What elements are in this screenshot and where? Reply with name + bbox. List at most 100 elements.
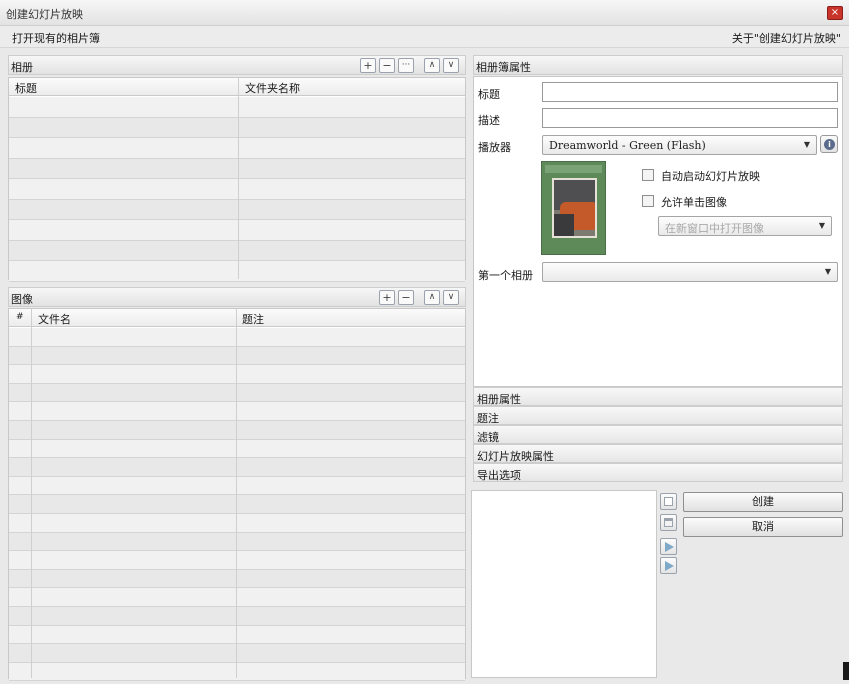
section-filters[interactable]: 滤镜 — [473, 425, 843, 444]
table-row[interactable] — [9, 514, 465, 533]
album-props-panel: 标题 描述 播放器 Dreamworld - Green (Flash) ▼ i… — [473, 76, 843, 387]
column-caption[interactable]: 题注 — [242, 311, 264, 327]
section-label: 题注 — [477, 412, 499, 425]
player-info-button[interactable]: i — [820, 135, 838, 153]
title-field[interactable] — [542, 82, 838, 102]
table-row[interactable] — [9, 644, 465, 663]
table-row[interactable] — [9, 261, 465, 282]
table-row[interactable] — [9, 158, 465, 179]
table-row[interactable] — [9, 199, 465, 220]
move-image-up-button[interactable]: ∧ — [424, 290, 440, 305]
add-image-button[interactable]: + — [379, 290, 395, 305]
create-button[interactable]: 创建 — [683, 492, 843, 512]
table-row[interactable] — [9, 179, 465, 200]
table-row[interactable] — [9, 346, 465, 366]
column-divider — [31, 309, 32, 678]
remove-image-button[interactable]: − — [398, 290, 414, 305]
description-label: 描述 — [478, 114, 500, 127]
remove-album-button[interactable]: − — [379, 58, 395, 73]
images-table: # 文件名 题注 — [8, 308, 466, 682]
info-icon: i — [824, 139, 835, 150]
autostart-checkbox[interactable] — [642, 169, 654, 181]
table-row[interactable] — [9, 476, 465, 496]
chevron-down-icon: ▼ — [824, 267, 831, 276]
images-header-label: 图像 — [11, 293, 33, 306]
play-arrow-icon — [665, 542, 674, 552]
table-row[interactable] — [9, 532, 465, 552]
window-title: 创建幻灯片放映 — [6, 8, 83, 21]
more-album-button[interactable]: ··· — [398, 58, 414, 73]
column-divider — [238, 78, 239, 279]
add-album-button[interactable]: + — [360, 58, 376, 73]
player-select-value: Dreamworld - Green (Flash) — [549, 139, 706, 152]
resize-grip[interactable] — [843, 662, 849, 680]
section-slideshow-props[interactable]: 幻灯片放映属性 — [473, 444, 843, 463]
preview-image — [552, 178, 597, 238]
albums-header: 相册 + − ··· ∧ ∨ — [8, 55, 466, 75]
section-album-props[interactable]: 相册属性 — [473, 387, 843, 406]
table-row[interactable] — [9, 458, 465, 477]
chevron-down-icon: ▼ — [803, 140, 810, 149]
column-folder-name[interactable]: 文件夹名称 — [245, 80, 300, 96]
table-row[interactable] — [9, 383, 465, 403]
table-row[interactable] — [9, 662, 465, 682]
table-row[interactable] — [9, 588, 465, 607]
table-row[interactable] — [9, 365, 465, 384]
export-arrow-button[interactable] — [660, 538, 677, 555]
table-row[interactable] — [9, 569, 465, 589]
chevron-down-icon: ▼ — [818, 221, 825, 230]
export-arrow-button-2[interactable] — [660, 557, 677, 574]
allow-click-checkbox[interactable] — [642, 195, 654, 207]
title-bar: 创建幻灯片放映 × — [0, 0, 849, 26]
table-row[interactable] — [9, 607, 465, 626]
table-row[interactable] — [9, 328, 465, 347]
open-document-icon — [664, 518, 673, 527]
album-props-header-label: 相册簿属性 — [476, 61, 531, 74]
cancel-button[interactable]: 取消 — [683, 517, 843, 537]
images-table-body — [9, 328, 465, 682]
table-row[interactable] — [9, 220, 465, 241]
move-album-up-button[interactable]: ∧ — [424, 58, 440, 73]
table-row[interactable] — [9, 421, 465, 440]
images-header: 图像 + − ∧ ∨ — [8, 287, 466, 307]
table-row[interactable] — [9, 625, 465, 645]
open-mode-value: 在新窗口中打开图像 — [665, 222, 764, 235]
section-label: 相册属性 — [477, 393, 521, 406]
player-preview-thumbnail — [541, 161, 606, 255]
move-album-down-button[interactable]: ∨ — [443, 58, 459, 73]
player-select[interactable]: Dreamworld - Green (Flash) ▼ — [542, 135, 817, 155]
open-mode-select[interactable]: 在新窗口中打开图像 ▼ — [658, 216, 832, 236]
table-row[interactable] — [9, 402, 465, 421]
table-row[interactable] — [9, 117, 465, 138]
section-label: 幻灯片放映属性 — [477, 450, 554, 463]
description-field[interactable] — [542, 108, 838, 128]
album-props-header: 相册簿属性 — [473, 55, 843, 75]
about-menu[interactable]: 关于"创建幻灯片放映" — [732, 30, 841, 46]
export-preview-list[interactable] — [471, 490, 657, 678]
play-arrow-icon — [665, 561, 674, 571]
table-row[interactable] — [9, 495, 465, 514]
albums-table-body — [9, 97, 465, 282]
move-image-down-button[interactable]: ∨ — [443, 290, 459, 305]
open-album-menu[interactable]: 打开现有的相片簿 — [12, 30, 100, 46]
table-row[interactable] — [9, 240, 465, 261]
autostart-label: 自动启动幻灯片放映 — [661, 170, 760, 183]
section-captions[interactable]: 题注 — [473, 406, 843, 425]
table-row[interactable] — [9, 138, 465, 159]
table-row[interactable] — [9, 551, 465, 570]
table-row[interactable] — [9, 439, 465, 459]
column-title[interactable]: 标题 — [15, 80, 37, 96]
albums-header-label: 相册 — [11, 61, 33, 74]
menu-bar: 打开现有的相片簿 关于"创建幻灯片放映" — [0, 26, 849, 48]
column-number[interactable]: # — [16, 312, 24, 322]
open-document-button[interactable] — [660, 514, 677, 531]
albums-table-header: 标题 文件夹名称 — [9, 78, 465, 96]
new-document-button[interactable] — [660, 493, 677, 510]
new-document-icon — [664, 497, 673, 506]
table-row[interactable] — [9, 97, 465, 118]
first-album-select[interactable]: ▼ — [542, 262, 838, 282]
close-button[interactable]: × — [827, 6, 843, 20]
column-file-name[interactable]: 文件名 — [38, 311, 71, 327]
section-label: 滤镜 — [477, 431, 499, 444]
section-export-options[interactable]: 导出选项 — [473, 463, 843, 482]
